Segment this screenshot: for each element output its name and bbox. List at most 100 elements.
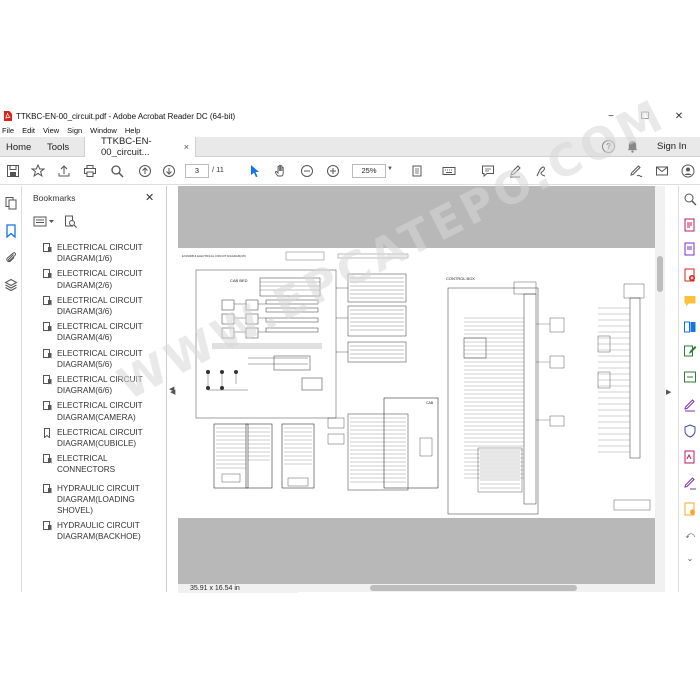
bookmark-item[interactable]: HYDRAULIC CIRCUIT DIAGRAM(BACKHOE) [41,520,167,542]
bookmark-item[interactable]: ELECTRICAL CIRCUIT DIAGRAM(6/6) [41,374,167,396]
menu-sign[interactable]: Sign [67,126,82,135]
layers-icon[interactable] [4,278,18,292]
document-view[interactable]: EX1900B-6 ELECTRICAL CIRCUIT DIAGRAM(3/6… [178,186,655,584]
edit-pdf-icon[interactable] [683,344,697,358]
bookmark-item[interactable]: ELECTRICAL CIRCUIT DIAGRAM(CAMERA) [41,400,167,422]
bookmark-star-icon[interactable] [30,163,46,179]
more-tools-chevron-icon[interactable]: ⌄ [683,554,697,568]
vertical-scrollbar[interactable] [655,186,665,584]
bookmark-item[interactable]: ELECTRICAL CIRCUIT DIAGRAM(2/6) [41,268,167,290]
keyboard-icon[interactable] [441,163,457,179]
account-icon[interactable] [680,163,696,179]
minimize-button[interactable]: − [594,108,628,124]
bookmarks-panel: Bookmarks ✕ ELECTRICAL CIRCUIT DIAGRAM(1… [22,186,167,592]
upload-icon[interactable] [56,163,72,179]
bookmark-item[interactable]: ELECTRICAL CONNECTORS [41,453,167,475]
bookmark-options-icon[interactable] [33,215,55,228]
tab-close-icon[interactable]: × [184,142,189,152]
hand-tool-icon[interactable] [273,163,289,179]
page-bookmark-icon [43,401,52,411]
cab-label: CAB [426,401,434,405]
bookmark-item[interactable]: ELECTRICAL CIRCUIT DIAGRAM(5/6) [41,348,167,370]
navigation-rail [0,186,22,592]
collapse-bookmarks-arrow-icon[interactable]: ◀ [170,388,175,396]
main-toolbar: 3 / 11 25% ▼ [0,157,700,185]
send-for-review-icon[interactable] [683,502,697,516]
tab-home[interactable]: Home [6,137,31,157]
customize-tools-icon[interactable]: ⤺ [683,530,697,544]
combine-files-icon[interactable] [683,268,697,282]
enhance-scan-icon[interactable] [683,192,697,206]
fill-sign-tool-icon[interactable] [683,398,697,412]
request-signature-icon[interactable] [683,476,697,490]
cab-bed-label: CAB BED [230,278,248,283]
page-bookmark-icon [43,243,52,253]
control-box-label: CONTROL BOX [446,276,475,281]
bookmarks-panel-icon[interactable] [4,224,18,239]
page-header-title: EX1900B-6 ELECTRICAL CIRCUIT DIAGRAM(3/6… [182,254,246,258]
page-total: / 11 [212,165,224,174]
page-bookmark-icon [43,521,52,531]
page-fit-icon[interactable] [410,163,426,179]
maximize-button[interactable]: ☐ [628,108,662,124]
page-thumbnails-icon[interactable] [4,196,18,210]
sign-in-button[interactable]: Sign In [657,141,687,152]
help-icon[interactable]: ? [602,140,615,153]
protect-icon[interactable] [683,424,697,438]
vertical-scroll-thumb[interactable] [657,256,663,292]
horizontal-scroll-thumb[interactable] [370,585,577,591]
title-bar: TTKBC-EN-00_circuit.pdf - Adobe Acrobat … [0,108,700,124]
menu-window[interactable]: Window [90,126,117,135]
expand-tools-arrow-icon[interactable]: ▶ [666,388,671,396]
close-panel-icon[interactable]: ✕ [145,191,154,204]
bookmark-item[interactable]: HYDRAULIC CIRCUIT DIAGRAM(LOADING SHOVEL… [41,483,167,517]
find-bookmark-icon[interactable] [64,215,77,228]
bookmark-item[interactable]: ELECTRICAL CIRCUIT DIAGRAM(4/6) [41,321,167,343]
bookmark-item[interactable]: ELECTRICAL CIRCUIT DIAGRAM(CUBICLE) [41,427,167,449]
print-production-icon[interactable] [683,450,697,464]
page-bookmark-icon [43,322,52,332]
menu-help[interactable]: Help [125,126,140,135]
select-cursor-icon[interactable] [247,163,263,179]
next-page-icon[interactable] [161,163,177,179]
window-title: TTKBC-EN-00_circuit.pdf - Adobe Acrobat … [16,111,236,121]
close-window-button[interactable]: ✕ [662,108,696,124]
menu-view[interactable]: View [43,126,59,135]
previous-page-icon[interactable] [137,163,153,179]
notification-bell-icon[interactable] [627,140,638,153]
fill-sign-icon[interactable] [628,163,644,179]
create-pdf-icon[interactable] [683,242,697,256]
tab-document[interactable]: TTKBC-EN-00_circuit... × [84,136,196,158]
scan-ocr-icon[interactable] [683,370,697,384]
pdf-page: EX1900B-6 ELECTRICAL CIRCUIT DIAGRAM(3/6… [178,248,655,518]
tab-tools[interactable]: Tools [47,137,69,157]
zoom-dropdown-icon[interactable]: ▼ [387,166,393,172]
page-number-input[interactable]: 3 [185,164,209,178]
tools-pane: ⤺ ⌄ [678,186,700,592]
tab-document-label: TTKBC-EN-00_circuit... [101,136,152,158]
zoom-level-input[interactable]: 25% [352,164,386,178]
menu-edit[interactable]: Edit [22,126,35,135]
save-icon[interactable] [5,163,21,179]
comment-icon[interactable] [480,163,496,179]
page-bookmark-icon [43,348,52,359]
highlight-pen-icon[interactable] [507,163,523,179]
circuit-diagram: EX1900B-6 ELECTRICAL CIRCUIT DIAGRAM(3/6… [182,251,651,515]
zoom-out-icon[interactable] [299,163,315,179]
export-pdf-icon[interactable] [683,218,697,232]
search-icon[interactable] [109,163,125,179]
ribbon-bookmark-icon [44,427,50,438]
menu-file[interactable]: File [2,126,14,135]
attachments-icon[interactable] [4,250,18,264]
bookmark-list: ELECTRICAL CIRCUIT DIAGRAM(1/6) ELECTRIC… [41,242,167,543]
bookmark-item[interactable]: ELECTRICAL CIRCUIT DIAGRAM(1/6) [41,242,167,264]
zoom-in-icon[interactable] [325,163,341,179]
email-icon[interactable] [654,163,670,179]
organize-pages-icon[interactable] [683,320,697,334]
comment-tool-icon[interactable] [683,294,697,308]
page-bookmark-icon [43,375,52,385]
draw-tool-icon[interactable] [534,163,550,179]
print-icon[interactable] [82,163,98,179]
bookmark-item[interactable]: ELECTRICAL CIRCUIT DIAGRAM(3/6) [41,295,167,317]
bookmarks-title: Bookmarks [33,193,76,203]
